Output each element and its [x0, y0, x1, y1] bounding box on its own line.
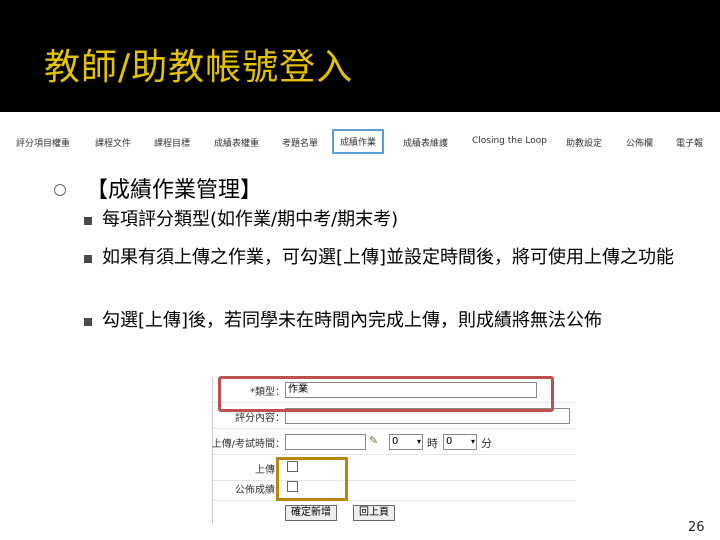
date-input[interactable]	[285, 434, 366, 450]
form-row-time: 上傳/考試時間： ✎ 0 ▾ 時 0 ▾ 分	[211, 430, 575, 455]
nav-item-exam-roster[interactable]: 考題名單	[282, 136, 318, 149]
nav-item-bulletin[interactable]: 公佈欄	[626, 136, 653, 149]
back-button[interactable]: 回上頁	[353, 505, 395, 521]
nav-item-course-docs[interactable]: 課程文件	[95, 136, 131, 149]
bullet-square-icon	[84, 255, 92, 263]
form-row-actions: 確定新增 回上頁	[213, 498, 575, 522]
bullet-square-icon	[84, 217, 92, 225]
minute-select[interactable]: 0 ▾	[443, 434, 477, 450]
title-bar: 教師/助教帳號登入	[0, 0, 720, 112]
calendar-icon[interactable]: ✎	[369, 434, 378, 447]
minute-value: 0	[446, 436, 453, 447]
checkbox-highlight-box	[276, 457, 348, 501]
nav-item-grade-assignments[interactable]: 成績作業	[332, 129, 385, 154]
nav-item-course-goals[interactable]: 課程目標	[154, 136, 190, 149]
hour-select[interactable]: 0 ▾	[389, 434, 423, 450]
nav-item-newsletter[interactable]: 電子報	[676, 136, 703, 149]
chevron-down-icon: ▾	[416, 437, 421, 446]
nav-item-gradebook-weights[interactable]: 成績表權重	[214, 136, 259, 149]
hour-value: 0	[392, 436, 399, 447]
hour-unit: 時	[427, 437, 438, 450]
slide-title: 教師/助教帳號登入	[44, 47, 354, 88]
bullet-text: 如果有須上傳之作業，可勾選[上傳]並設定時間後，將可使用上傳之功能	[102, 247, 675, 268]
nav-item-closing-the-loop[interactable]: Closing the Loop	[472, 136, 547, 146]
nav-item-grading-weights[interactable]: 評分項目權重	[16, 136, 70, 149]
bullet-square-icon	[84, 318, 92, 326]
bullet-ring-icon	[54, 184, 66, 196]
bullet-text: 勾選[上傳]後，若同學未在時間內完成上傳，則成績將無法公佈	[102, 310, 603, 331]
section-heading: 【成績作業管理】	[86, 178, 263, 203]
time-label: 上傳/考試時間：	[211, 439, 285, 450]
course-nav-bar: 評分項目權重 課程文件 課程目標 成績表權重 考題名單 成績作業 成績表維護 C…	[0, 126, 720, 160]
nav-item-ta-settings[interactable]: 助教設定	[566, 136, 602, 149]
bullet-text: 每項評分類型(如作業/期中考/期末考)	[102, 209, 399, 230]
chevron-down-icon: ▾	[470, 437, 475, 446]
type-highlight-box	[218, 376, 554, 412]
minute-unit: 分	[481, 437, 492, 450]
nav-item-gradebook-maintenance[interactable]: 成績表維護	[403, 136, 448, 149]
page-number: 26	[688, 520, 705, 535]
submit-button[interactable]: 確定新增	[285, 505, 337, 521]
